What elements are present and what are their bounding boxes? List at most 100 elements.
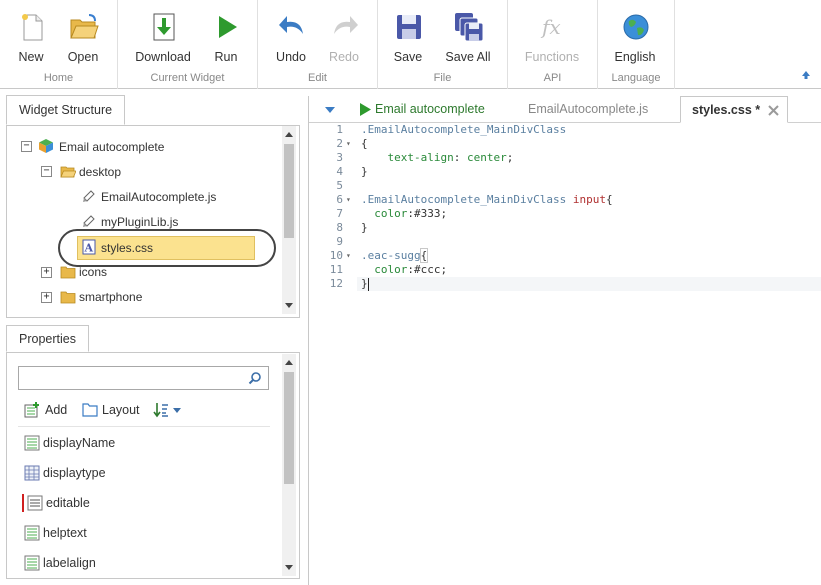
code-line[interactable]: color:#333; xyxy=(361,207,447,221)
code-token: .EmailAutocomplete_MainDivClass xyxy=(361,193,573,206)
tree-node-email-autocomplete[interactable]: Email autocomplete xyxy=(59,136,164,158)
line-number: 7 xyxy=(336,207,343,220)
code-line[interactable]: color:#ccc; xyxy=(361,263,447,277)
property-row-displaytype[interactable]: displaytype xyxy=(18,458,270,488)
scroll-down-arrow-icon[interactable] xyxy=(285,565,293,570)
save-all-icon xyxy=(455,13,484,42)
property-row-helptext[interactable]: helptext xyxy=(18,518,270,548)
collapse-root-toggle[interactable]: − xyxy=(21,141,32,152)
ribbon-group-home: New Open Home xyxy=(0,0,118,89)
code-token: input xyxy=(572,193,607,206)
redo-icon xyxy=(334,16,358,34)
open-label: Open xyxy=(67,50,99,64)
code-line[interactable]: { xyxy=(361,137,368,151)
close-icon[interactable] xyxy=(767,104,780,117)
properties-search-input[interactable] xyxy=(19,367,239,389)
group-label-api: API xyxy=(543,72,562,84)
list-property-icon xyxy=(24,555,40,571)
open-folder-icon xyxy=(60,166,76,178)
download-button[interactable]: Download xyxy=(133,10,193,66)
code-token: { xyxy=(419,248,429,263)
tree-scrollbar[interactable] xyxy=(282,126,296,314)
sort-icon xyxy=(153,403,168,418)
scroll-down-arrow-icon[interactable] xyxy=(285,303,293,308)
tree-node-desktop[interactable]: desktop xyxy=(79,161,121,183)
tab-properties[interactable]: Properties xyxy=(6,325,89,352)
save-all-label: Save All xyxy=(445,50,491,64)
collapse-desktop-toggle[interactable]: − xyxy=(41,166,52,177)
ribbon-group-api: fx Functions API xyxy=(508,0,598,89)
group-label-file: File xyxy=(433,72,452,84)
code-line[interactable]: } xyxy=(361,221,368,235)
save-all-button[interactable]: Save All xyxy=(438,10,498,66)
ribbon-group-file: Save Save All File xyxy=(378,0,508,89)
line-number: 1 xyxy=(336,123,343,136)
layout-button[interactable]: Layout xyxy=(82,400,142,420)
ribbon-group-language: English Language xyxy=(598,0,675,89)
js-file-icon xyxy=(83,215,95,227)
tab-emailautocomplete-js[interactable]: EmailAutocomplete.js xyxy=(528,96,668,123)
chevron-down-icon xyxy=(173,408,181,413)
property-row-editable[interactable]: editable xyxy=(18,488,270,518)
code-line[interactable]: .EmailAutocomplete_MainDivClass xyxy=(361,123,566,137)
code-line[interactable]: .eac-sugg{ xyxy=(361,248,429,263)
tree-scroll-thumb[interactable] xyxy=(284,144,294,238)
tree-node-smartphone[interactable]: smartphone xyxy=(79,286,142,308)
property-label: displayName xyxy=(43,436,116,450)
svg-text:fx: fx xyxy=(540,15,561,39)
run-icon xyxy=(219,16,237,38)
open-folder-icon xyxy=(70,14,99,39)
fold-toggle-icon[interactable]: ▾ xyxy=(346,249,356,263)
search-icon[interactable] xyxy=(248,371,262,385)
language-english-button[interactable]: English xyxy=(605,10,665,66)
property-row-displayname[interactable]: displayName xyxy=(18,428,270,458)
line-number: 2 xyxy=(336,137,343,150)
required-marker xyxy=(22,494,24,512)
fold-toggle-icon[interactable]: ▾ xyxy=(346,193,356,207)
code-line[interactable]: text-align: center; xyxy=(361,151,513,165)
functions-button[interactable]: fx Functions xyxy=(522,10,582,66)
new-document-icon xyxy=(22,14,43,41)
property-label: displaytype xyxy=(43,466,106,480)
properties-search-field[interactable] xyxy=(18,366,269,390)
properties-scroll-thumb[interactable] xyxy=(284,372,294,484)
code-token: { xyxy=(606,193,613,206)
scroll-up-arrow-icon[interactable] xyxy=(285,360,293,365)
code-line[interactable]: } xyxy=(361,165,368,179)
fold-toggle-icon[interactable]: ▾ xyxy=(346,137,356,151)
tab-list-dropdown-icon[interactable] xyxy=(325,107,335,113)
line-number: 10 xyxy=(329,249,343,262)
collapse-ribbon-icon[interactable] xyxy=(801,70,811,80)
property-label: labelalign xyxy=(43,556,96,570)
properties-scrollbar[interactable] xyxy=(282,354,296,576)
tab-widget-structure[interactable]: Widget Structure xyxy=(6,95,126,125)
line-number: 4 xyxy=(336,165,343,178)
code-area[interactable]: 1 .EmailAutocomplete_MainDivClass 2 ▾{3 tex… xyxy=(309,123,821,585)
tab-label: styles.css * xyxy=(692,103,761,117)
ribbon-group-edit: Undo Redo Edit xyxy=(258,0,378,89)
tree-node-emailautocomplete-js[interactable]: EmailAutocomplete.js xyxy=(101,186,216,208)
code-line[interactable]: } xyxy=(361,277,369,291)
tab-styles-css[interactable]: styles.css * xyxy=(680,96,788,123)
tab-label: EmailAutocomplete.js xyxy=(528,102,649,116)
tree-node-icons[interactable]: icons xyxy=(79,261,107,283)
run-button[interactable]: Run xyxy=(196,10,256,66)
download-icon xyxy=(153,13,175,41)
editor-tab-bar: Email autocomplete EmailAutocomplete.js … xyxy=(309,96,821,123)
property-label: editable xyxy=(46,496,90,510)
expand-icons-toggle[interactable]: + xyxy=(41,267,52,278)
code-token: color xyxy=(361,207,408,220)
list-property-icon xyxy=(24,435,40,451)
folder-outline-icon xyxy=(82,403,98,417)
scroll-up-arrow-icon[interactable] xyxy=(285,132,293,137)
redo-button[interactable]: Redo xyxy=(314,10,374,66)
expand-smartphone-toggle[interactable]: + xyxy=(41,292,52,303)
open-button[interactable]: Open xyxy=(53,10,113,66)
list-property-icon xyxy=(24,525,40,541)
code-token: : xyxy=(453,151,467,164)
code-line[interactable]: .EmailAutocomplete_MainDivClass input{ xyxy=(361,193,613,207)
sort-dropdown-button[interactable] xyxy=(153,400,185,420)
property-row-labelalign[interactable]: labelalign xyxy=(18,548,270,578)
tab-email-autocomplete[interactable]: Email autocomplete xyxy=(357,96,497,123)
line-number: 3 xyxy=(336,151,343,164)
